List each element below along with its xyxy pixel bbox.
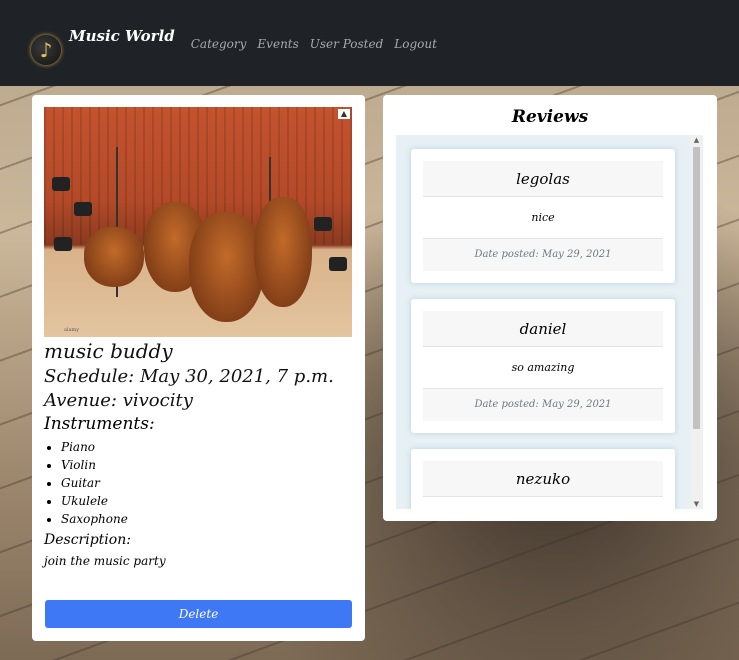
review-text	[423, 497, 663, 509]
nav-link-logout[interactable]: Logout	[394, 37, 437, 51]
review-card: nezuko	[411, 449, 675, 509]
review-author: nezuko	[423, 461, 663, 497]
review-author: legolas	[423, 161, 663, 197]
scroll-thumb[interactable]	[693, 147, 700, 429]
nav-link-user-posted[interactable]: User Posted	[310, 37, 384, 51]
reviews-card: Reviews legolas nice Date posted: May 29…	[383, 95, 717, 521]
review-card: legolas nice Date posted: May 29, 2021	[411, 149, 675, 283]
event-detail-card: alamy ▲ music buddy Schedule: May 30, 20…	[32, 95, 365, 641]
navbar: ♪ Music World Category Events User Poste…	[0, 0, 739, 86]
list-item: Piano	[61, 440, 353, 458]
description-label: Description:	[44, 532, 131, 548]
scroll-down-arrow-icon[interactable]: ▼	[692, 500, 701, 508]
review-author: daniel	[423, 311, 663, 347]
delete-button[interactable]: Delete	[45, 600, 352, 628]
event-schedule: Schedule: May 30, 2021, 7 p.m.	[44, 366, 334, 387]
review-text: so amazing	[423, 347, 663, 389]
review-text: nice	[423, 197, 663, 239]
nav-links: Category Events User Posted Logout	[191, 37, 448, 51]
instruments-list: Piano Violin Guitar Ukulele Saxophone	[61, 440, 353, 530]
scroll-up-arrow-icon[interactable]: ▲	[692, 136, 701, 144]
image-corner-icon: ▲	[338, 109, 350, 119]
music-note-logo-icon: ♪	[31, 35, 61, 65]
list-item: Ukulele	[61, 494, 353, 512]
brand-name[interactable]: Music World	[69, 27, 175, 45]
list-item: Violin	[61, 458, 353, 476]
brand[interactable]: ♪ Music World	[31, 21, 175, 65]
description-text: join the music party	[44, 554, 166, 568]
review-card: daniel so amazing Date posted: May 29, 2…	[411, 299, 675, 433]
review-date: Date posted: May 29, 2021	[423, 389, 663, 421]
event-photo: alamy ▲	[44, 107, 352, 337]
review-date: Date posted: May 29, 2021	[423, 239, 663, 271]
reviews-title: Reviews	[511, 107, 589, 127]
event-title: music buddy	[44, 339, 173, 363]
nav-link-category[interactable]: Category	[191, 37, 247, 51]
reviews-scroll-area[interactable]: legolas nice Date posted: May 29, 2021 d…	[396, 135, 703, 509]
instruments-label: Instruments:	[44, 414, 155, 434]
nav-link-events[interactable]: Events	[257, 37, 298, 51]
list-item: Guitar	[61, 476, 353, 494]
list-item: Saxophone	[61, 512, 353, 530]
event-venue: Avenue: vivocity	[44, 390, 193, 411]
reviews-scrollbar[interactable]: ▲ ▼	[691, 135, 702, 509]
